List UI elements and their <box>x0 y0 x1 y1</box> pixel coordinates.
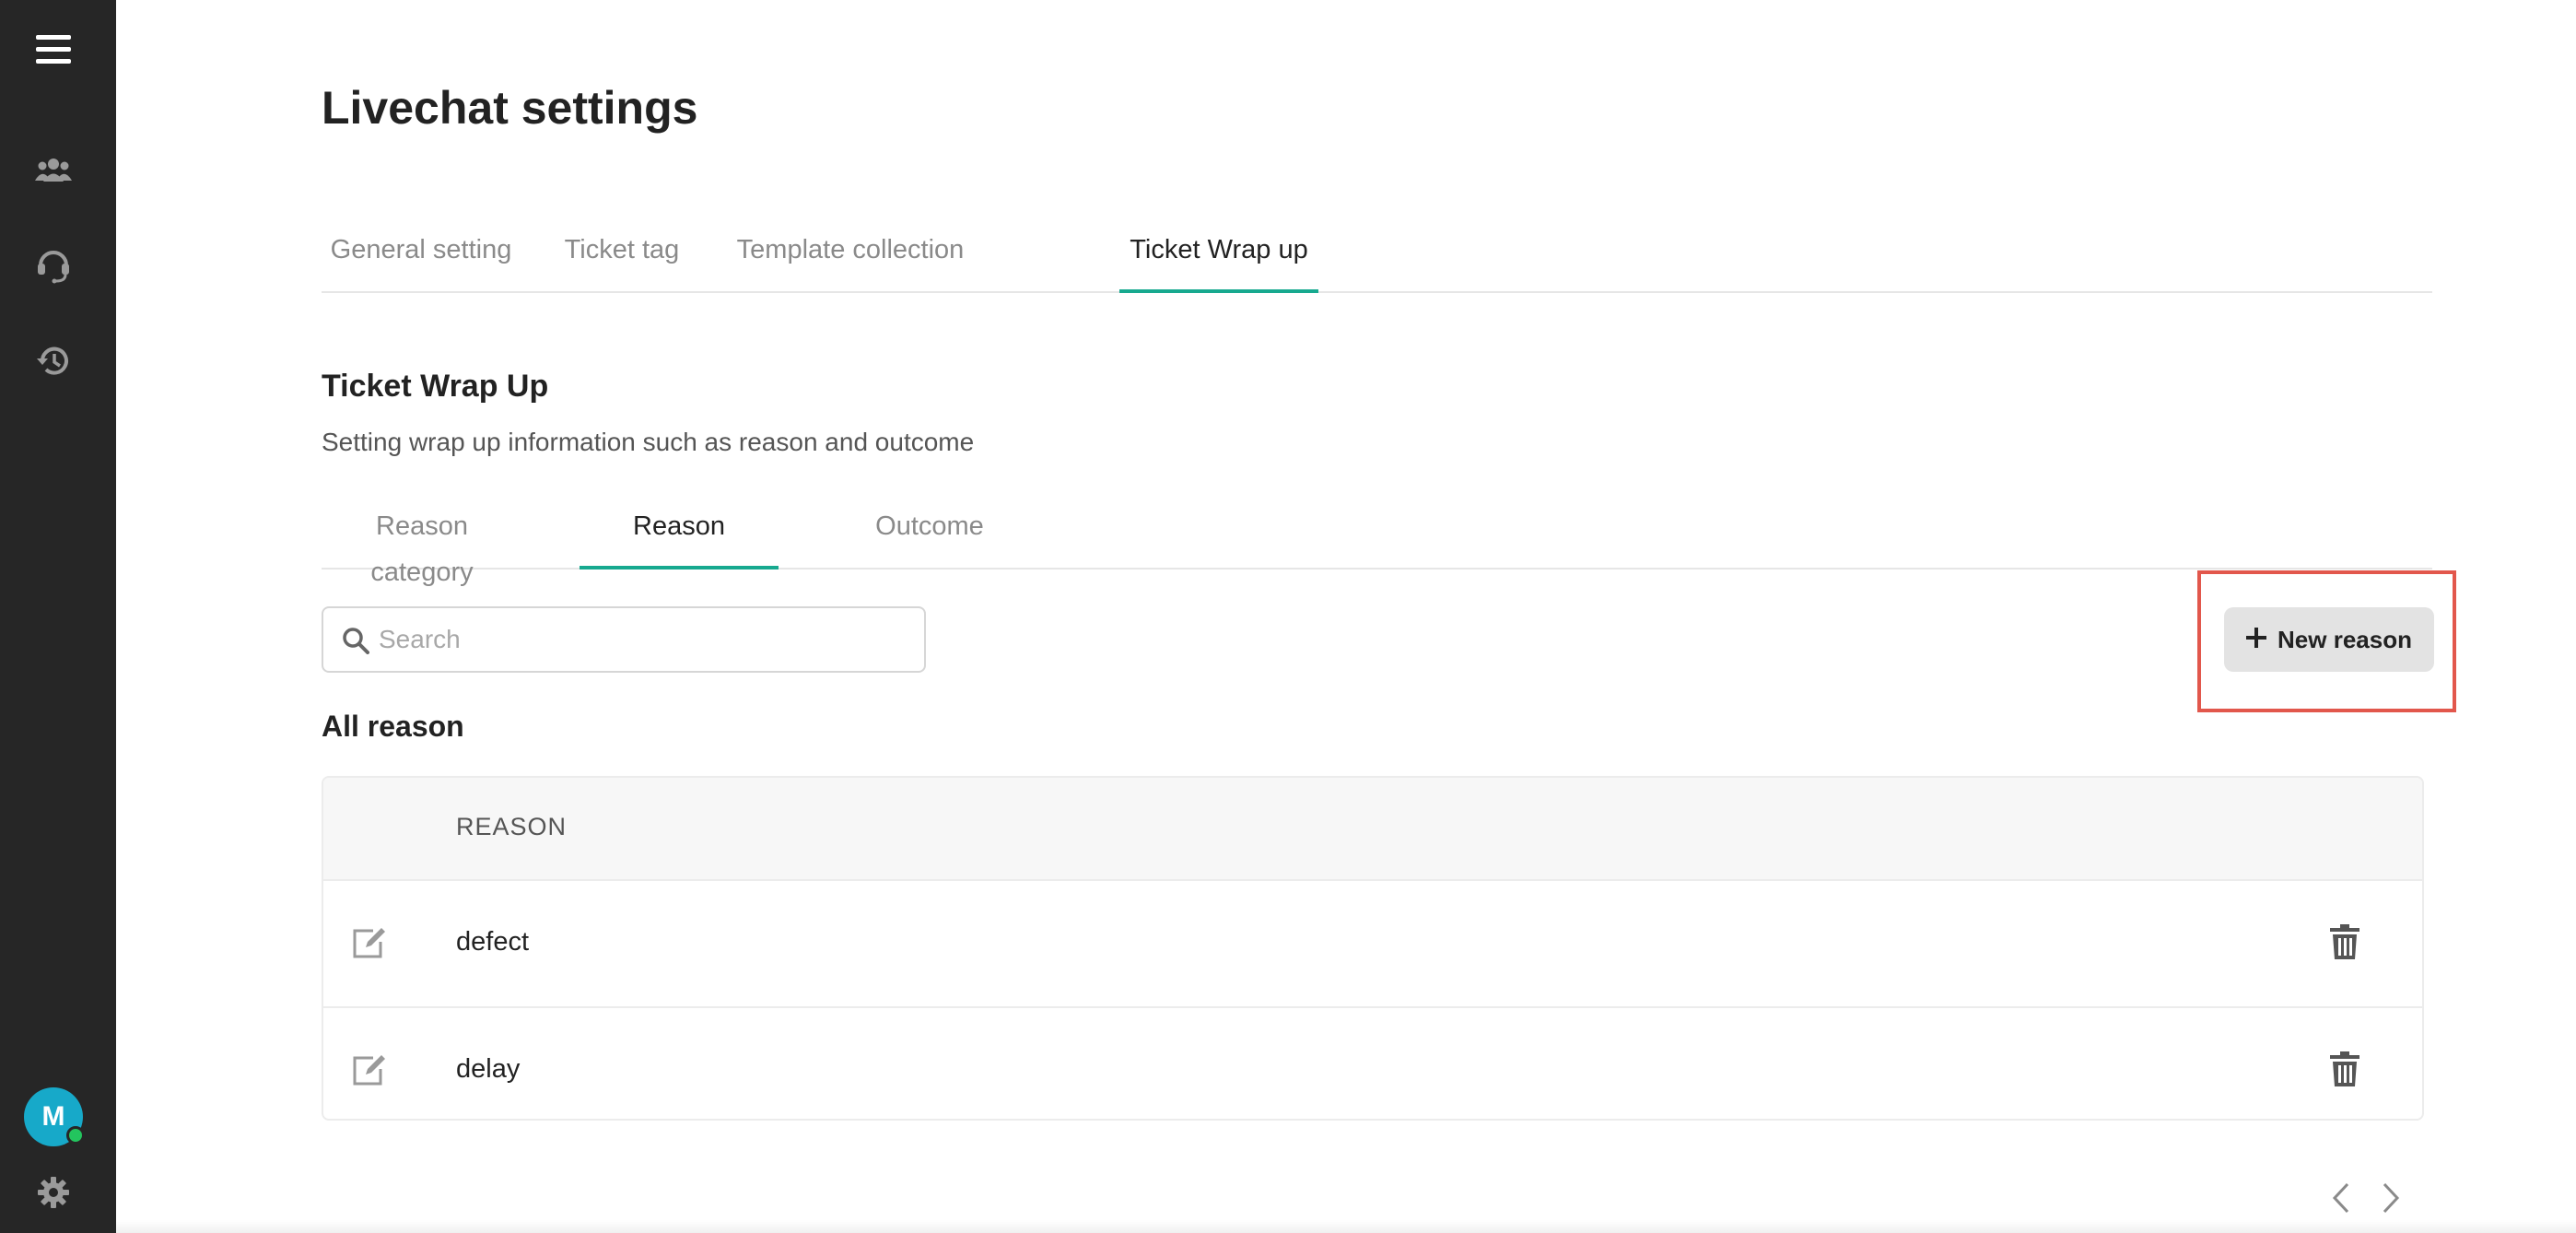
trash-icon[interactable] <box>2330 1051 2359 1092</box>
wrap-up-tabs: Reason category Reason Outcome <box>322 503 2432 587</box>
search-box <box>322 606 926 673</box>
headset-icon[interactable] <box>26 238 81 293</box>
edit-icon[interactable] <box>351 925 388 965</box>
table-row: delay <box>323 1008 2422 1119</box>
column-header-reason: REASON <box>456 813 568 840</box>
chevron-right-icon[interactable] <box>2381 1181 2401 1219</box>
search-icon <box>342 627 369 659</box>
tab-ticket-tag[interactable]: Ticket tag <box>548 227 696 293</box>
edit-icon[interactable] <box>351 1052 388 1092</box>
settings-icon[interactable] <box>26 1165 81 1220</box>
main-content: Livechat settings General setting Ticket… <box>116 0 2576 1233</box>
plus-icon <box>2246 626 2267 654</box>
tab-outcome[interactable]: Outcome <box>837 503 1022 570</box>
page-title: Livechat settings <box>322 82 698 134</box>
new-reason-button[interactable]: New reason <box>2224 607 2434 672</box>
bottom-shadow <box>116 1220 2576 1233</box>
tab-ticket-wrap-up[interactable]: Ticket Wrap up <box>1119 227 1318 293</box>
section-description: Setting wrap up information such as reas… <box>322 428 975 456</box>
team-icon[interactable] <box>26 142 81 197</box>
sidebar: M <box>0 0 116 1233</box>
tab-template-collection[interactable]: Template collection <box>721 227 979 293</box>
online-status-dot <box>66 1126 85 1145</box>
tab-general-setting[interactable]: General setting <box>322 227 521 293</box>
new-reason-label: New reason <box>2277 625 2412 653</box>
table-header: REASON <box>323 778 2422 881</box>
chevron-left-icon[interactable] <box>2331 1181 2351 1219</box>
section-title: Ticket Wrap Up <box>322 369 549 404</box>
avatar-initial: M <box>41 1101 65 1132</box>
trash-icon[interactable] <box>2330 923 2359 965</box>
reason-cell: defect <box>456 927 529 957</box>
tab-reason[interactable]: Reason <box>580 503 779 570</box>
search-input[interactable] <box>379 616 904 663</box>
table-row: defect <box>323 881 2422 1008</box>
tab-reason-category[interactable]: Reason category <box>322 503 522 587</box>
reason-cell: delay <box>456 1054 521 1084</box>
reason-table: REASON defect delay <box>322 776 2424 1121</box>
settings-tabs: General setting Ticket tag Template coll… <box>322 227 2432 293</box>
menu-icon[interactable] <box>26 22 81 77</box>
avatar[interactable]: M <box>24 1087 85 1146</box>
history-icon[interactable] <box>26 334 81 389</box>
list-title: All reason <box>322 710 464 743</box>
